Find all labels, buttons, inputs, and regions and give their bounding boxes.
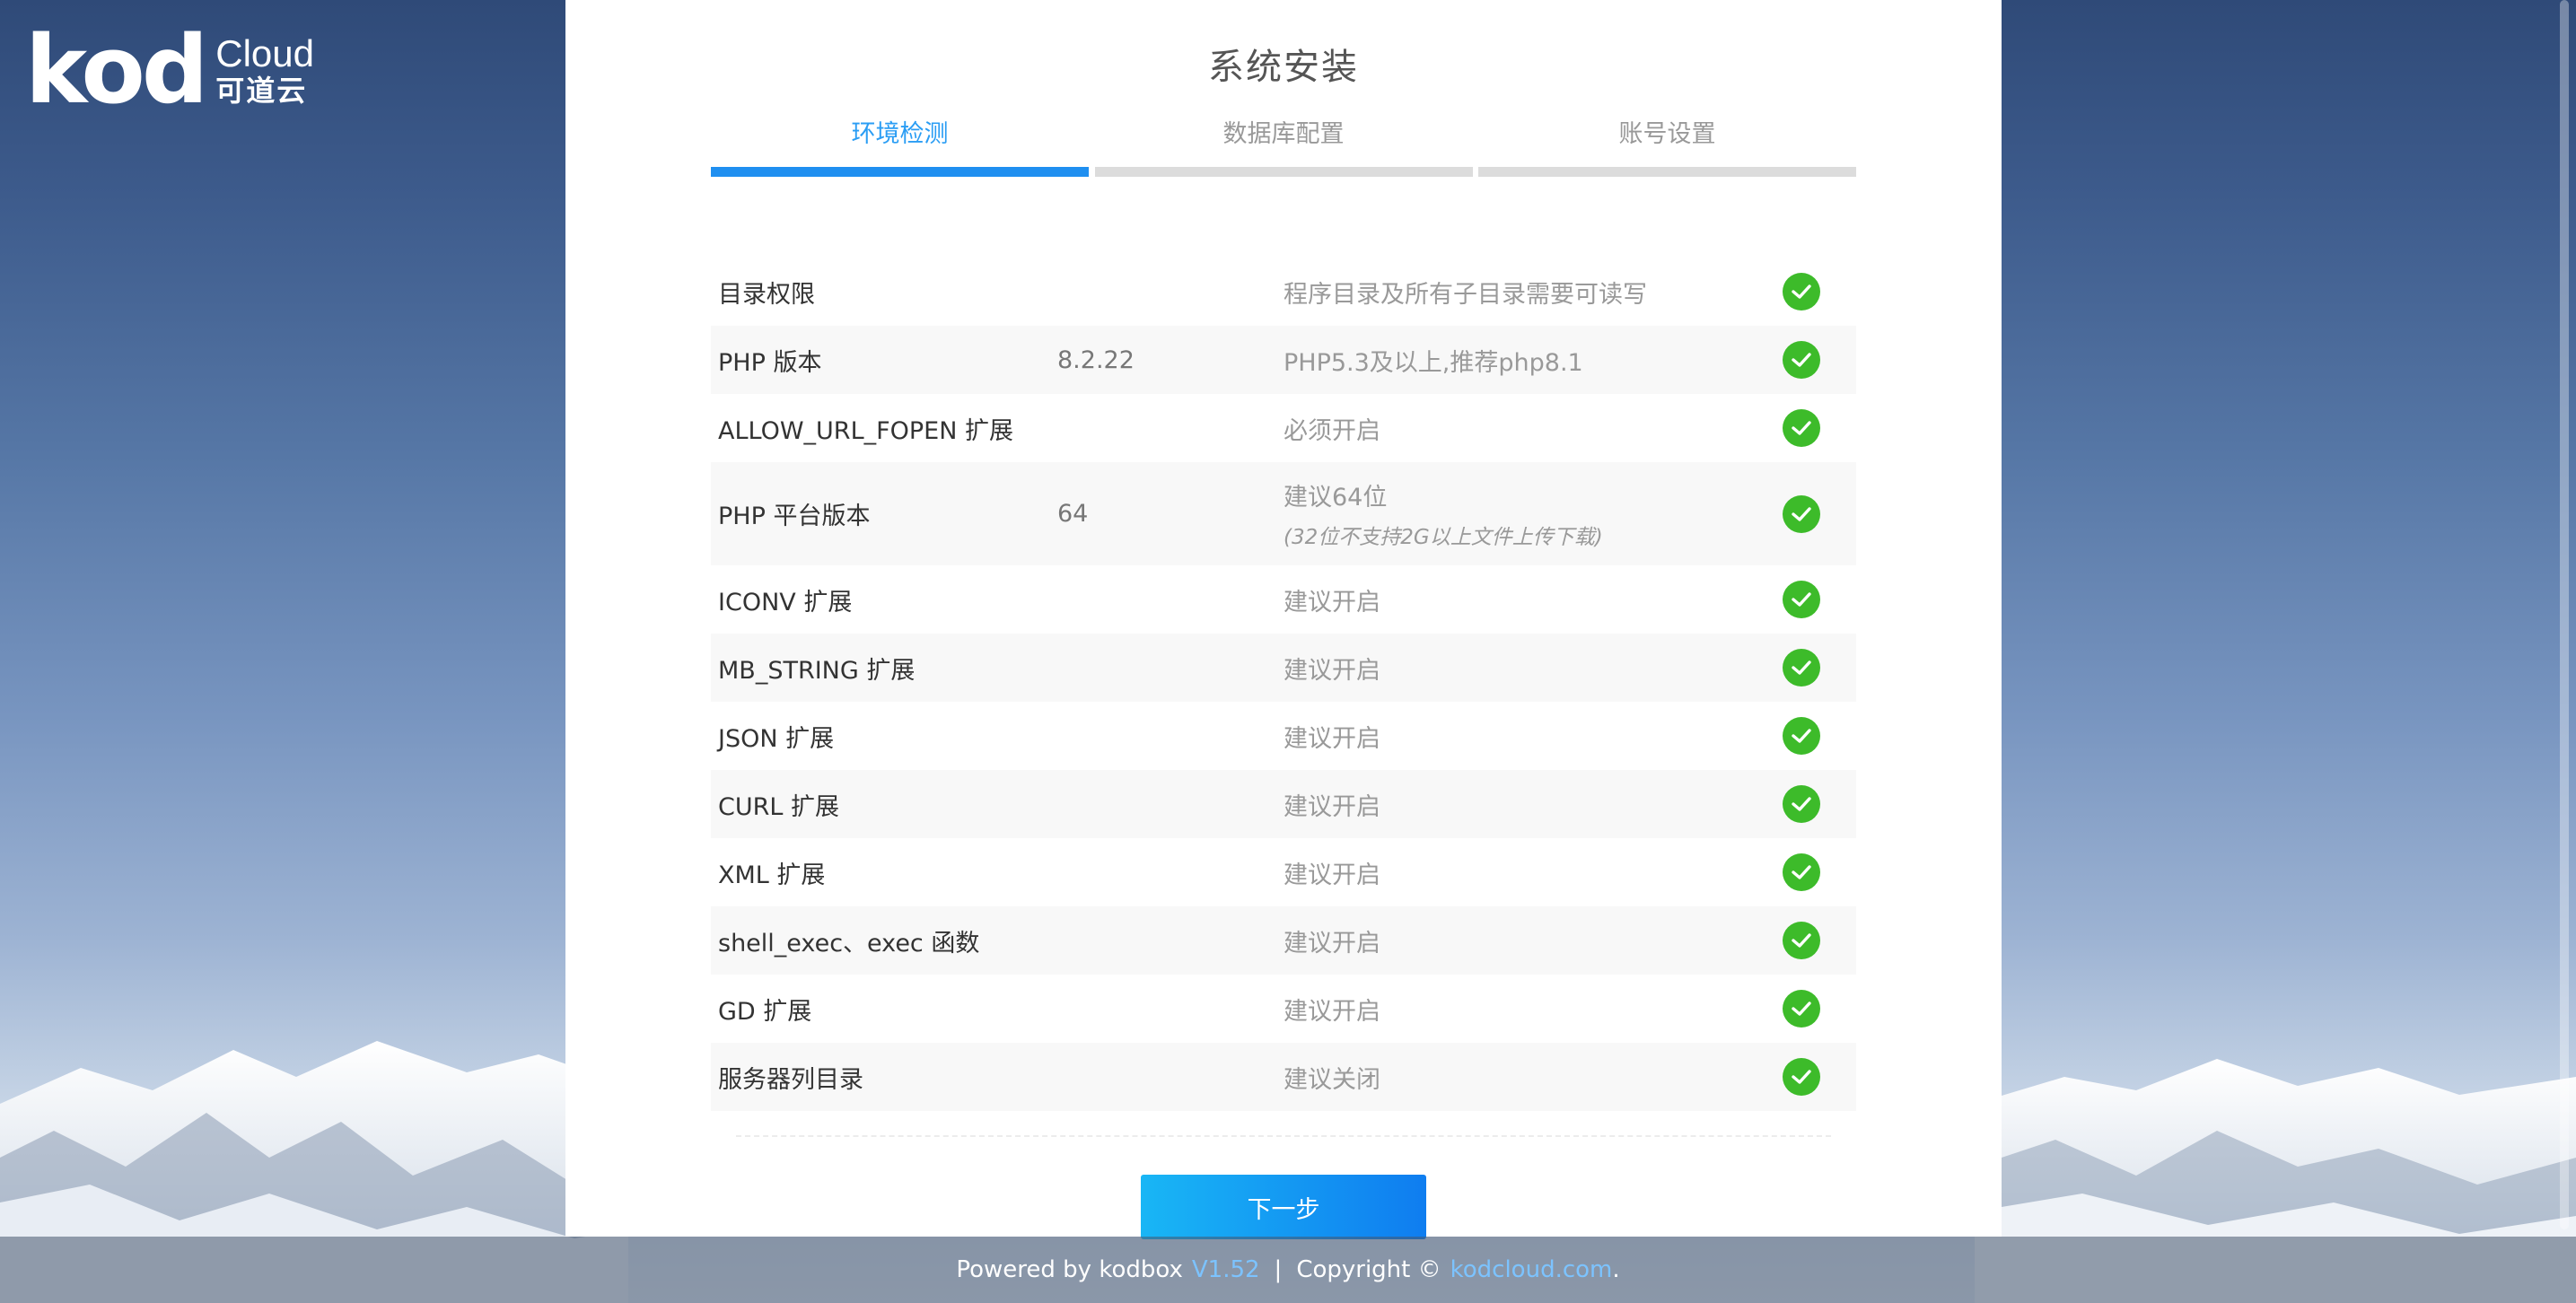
check-value: 64 bbox=[1057, 500, 1089, 528]
check-name: 服务器列目录 bbox=[718, 1065, 863, 1094]
table-row: PHP 版本 8.2.22 PHP5.3及以上,推荐php8.1 bbox=[711, 326, 1856, 394]
logo-brand-cn: 可道云 bbox=[215, 74, 308, 108]
step-label: 环境检测 bbox=[851, 120, 949, 148]
step-progress-bar bbox=[1478, 167, 1856, 177]
logo: kod Cloud 可道云 bbox=[25, 23, 314, 117]
check-desc: 建议开启 bbox=[1284, 792, 1380, 821]
check-pass-icon bbox=[1782, 990, 1820, 1028]
check-note: (32位不支持2G以上文件上传下载) bbox=[1284, 526, 1603, 549]
table-row: PHP 平台版本 64 建议64位 (32位不支持2G以上文件上传下载) bbox=[711, 462, 1856, 565]
check-desc: 建议开启 bbox=[1284, 724, 1380, 753]
check-requirement: PHP5.3及以上,推荐php8.1 bbox=[1284, 343, 1746, 378]
step-env-check[interactable]: 环境检测 bbox=[711, 117, 1089, 177]
next-step-button[interactable]: 下一步 bbox=[1141, 1175, 1426, 1239]
check-desc: 建议64位 bbox=[1284, 484, 1388, 512]
step-progress-bar bbox=[711, 167, 1089, 177]
check-pass-icon bbox=[1782, 273, 1820, 310]
table-row: ALLOW_URL_FOPEN 扩展 必须开启 bbox=[711, 394, 1856, 462]
table-row: shell_exec、exec 函数 建议开启 bbox=[711, 906, 1856, 975]
table-row: GD 扩展 建议开启 bbox=[711, 975, 1856, 1043]
step-account-settings[interactable]: 账号设置 bbox=[1478, 117, 1856, 177]
check-desc: 建议开启 bbox=[1284, 997, 1380, 1026]
check-name: ICONV 扩展 bbox=[718, 588, 853, 617]
check-requirement: 建议开启 bbox=[1284, 787, 1746, 822]
check-pass-icon bbox=[1782, 581, 1820, 618]
check-requirement: 建议开启 bbox=[1284, 992, 1746, 1027]
check-pass-icon bbox=[1782, 1058, 1820, 1096]
env-check-table: 目录权限 程序目录及所有子目录需要可读写 PHP 版本 8.2.22 PHP5.… bbox=[711, 258, 1856, 1111]
check-name: 目录权限 bbox=[718, 280, 815, 309]
check-name: GD 扩展 bbox=[718, 997, 812, 1026]
check-desc: 建议开启 bbox=[1284, 656, 1380, 685]
table-row: CURL 扩展 建议开启 bbox=[711, 770, 1856, 838]
footer-dot: . bbox=[1612, 1256, 1620, 1283]
table-row: ICONV 扩展 建议开启 bbox=[711, 565, 1856, 634]
step-label: 账号设置 bbox=[1618, 120, 1716, 148]
check-name: MB_STRING 扩展 bbox=[718, 656, 916, 685]
check-desc: 建议开启 bbox=[1284, 929, 1380, 958]
check-pass-icon bbox=[1782, 341, 1820, 379]
check-requirement: 建议开启 bbox=[1284, 582, 1746, 617]
check-requirement: 建议开启 bbox=[1284, 719, 1746, 754]
check-pass-icon bbox=[1782, 922, 1820, 959]
check-pass-icon bbox=[1782, 717, 1820, 755]
check-desc: 必须开启 bbox=[1284, 416, 1380, 445]
check-requirement: 建议开启 bbox=[1284, 923, 1746, 958]
check-desc: PHP5.3及以上,推荐php8.1 bbox=[1284, 348, 1583, 377]
check-name: CURL 扩展 bbox=[718, 792, 839, 821]
footer-copyright: Copyright © bbox=[1296, 1256, 1441, 1283]
logo-brand: Cloud bbox=[215, 32, 315, 74]
check-desc: 程序目录及所有子目录需要可读写 bbox=[1284, 280, 1647, 309]
check-requirement: 建议开启 bbox=[1284, 855, 1746, 890]
scrollbar[interactable] bbox=[2558, 0, 2571, 1229]
check-desc: 建议开启 bbox=[1284, 861, 1380, 889]
check-pass-icon bbox=[1782, 409, 1820, 447]
check-name: ALLOW_URL_FOPEN 扩展 bbox=[718, 416, 1014, 445]
check-name: PHP 版本 bbox=[718, 348, 822, 377]
check-value: 8.2.22 bbox=[1057, 345, 1135, 374]
page-title: 系统安装 bbox=[1208, 47, 1359, 88]
logo-mark: kod bbox=[25, 15, 208, 125]
check-requirement: 必须开启 bbox=[1284, 411, 1746, 446]
logo-text: Cloud 可道云 bbox=[215, 32, 315, 108]
check-pass-icon bbox=[1782, 785, 1820, 823]
install-panel: 系统安装 环境检测 数据库配置 账号设置 目录权限 程序目录及所有子目录需要可读… bbox=[565, 0, 2002, 1239]
check-requirement: 建议关闭 bbox=[1284, 1060, 1746, 1095]
check-requirement: 程序目录及所有子目录需要可读写 bbox=[1284, 275, 1746, 310]
table-row: JSON 扩展 建议开启 bbox=[711, 702, 1856, 770]
table-row: XML 扩展 建议开启 bbox=[711, 838, 1856, 906]
table-row: 服务器列目录 建议关闭 bbox=[711, 1043, 1856, 1111]
check-desc: 建议关闭 bbox=[1284, 1065, 1380, 1094]
step-database-config[interactable]: 数据库配置 bbox=[1094, 117, 1473, 177]
check-name: JSON 扩展 bbox=[718, 724, 835, 753]
check-pass-icon bbox=[1782, 649, 1820, 686]
version-link[interactable]: V1.52 bbox=[1192, 1256, 1260, 1283]
check-requirement: 建议64位 (32位不支持2G以上文件上传下载) bbox=[1284, 477, 1746, 550]
step-label: 数据库配置 bbox=[1222, 120, 1345, 148]
site-link[interactable]: kodcloud.com bbox=[1450, 1256, 1613, 1283]
table-row: 目录权限 程序目录及所有子目录需要可读写 bbox=[711, 258, 1856, 326]
footer-separator: | bbox=[1274, 1256, 1283, 1283]
footer-powered: Powered by kodbox bbox=[956, 1256, 1183, 1283]
scrollbar-thumb[interactable] bbox=[2560, 0, 2569, 1229]
check-name: XML 扩展 bbox=[718, 861, 826, 889]
table-row: MB_STRING 扩展 建议开启 bbox=[711, 634, 1856, 702]
check-requirement: 建议开启 bbox=[1284, 651, 1746, 686]
check-name: shell_exec、exec 函数 bbox=[718, 929, 980, 958]
footer: Powered by kodbox V1.52 | Copyright © ko… bbox=[0, 1237, 2576, 1303]
check-name: PHP 平台版本 bbox=[718, 503, 871, 530]
step-progress-bar bbox=[1094, 167, 1473, 177]
install-steps: 环境检测 数据库配置 账号设置 bbox=[711, 117, 1856, 177]
divider bbox=[736, 1135, 1831, 1137]
check-pass-icon bbox=[1782, 853, 1820, 891]
check-pass-icon bbox=[1782, 494, 1820, 533]
check-desc: 建议开启 bbox=[1284, 588, 1380, 617]
